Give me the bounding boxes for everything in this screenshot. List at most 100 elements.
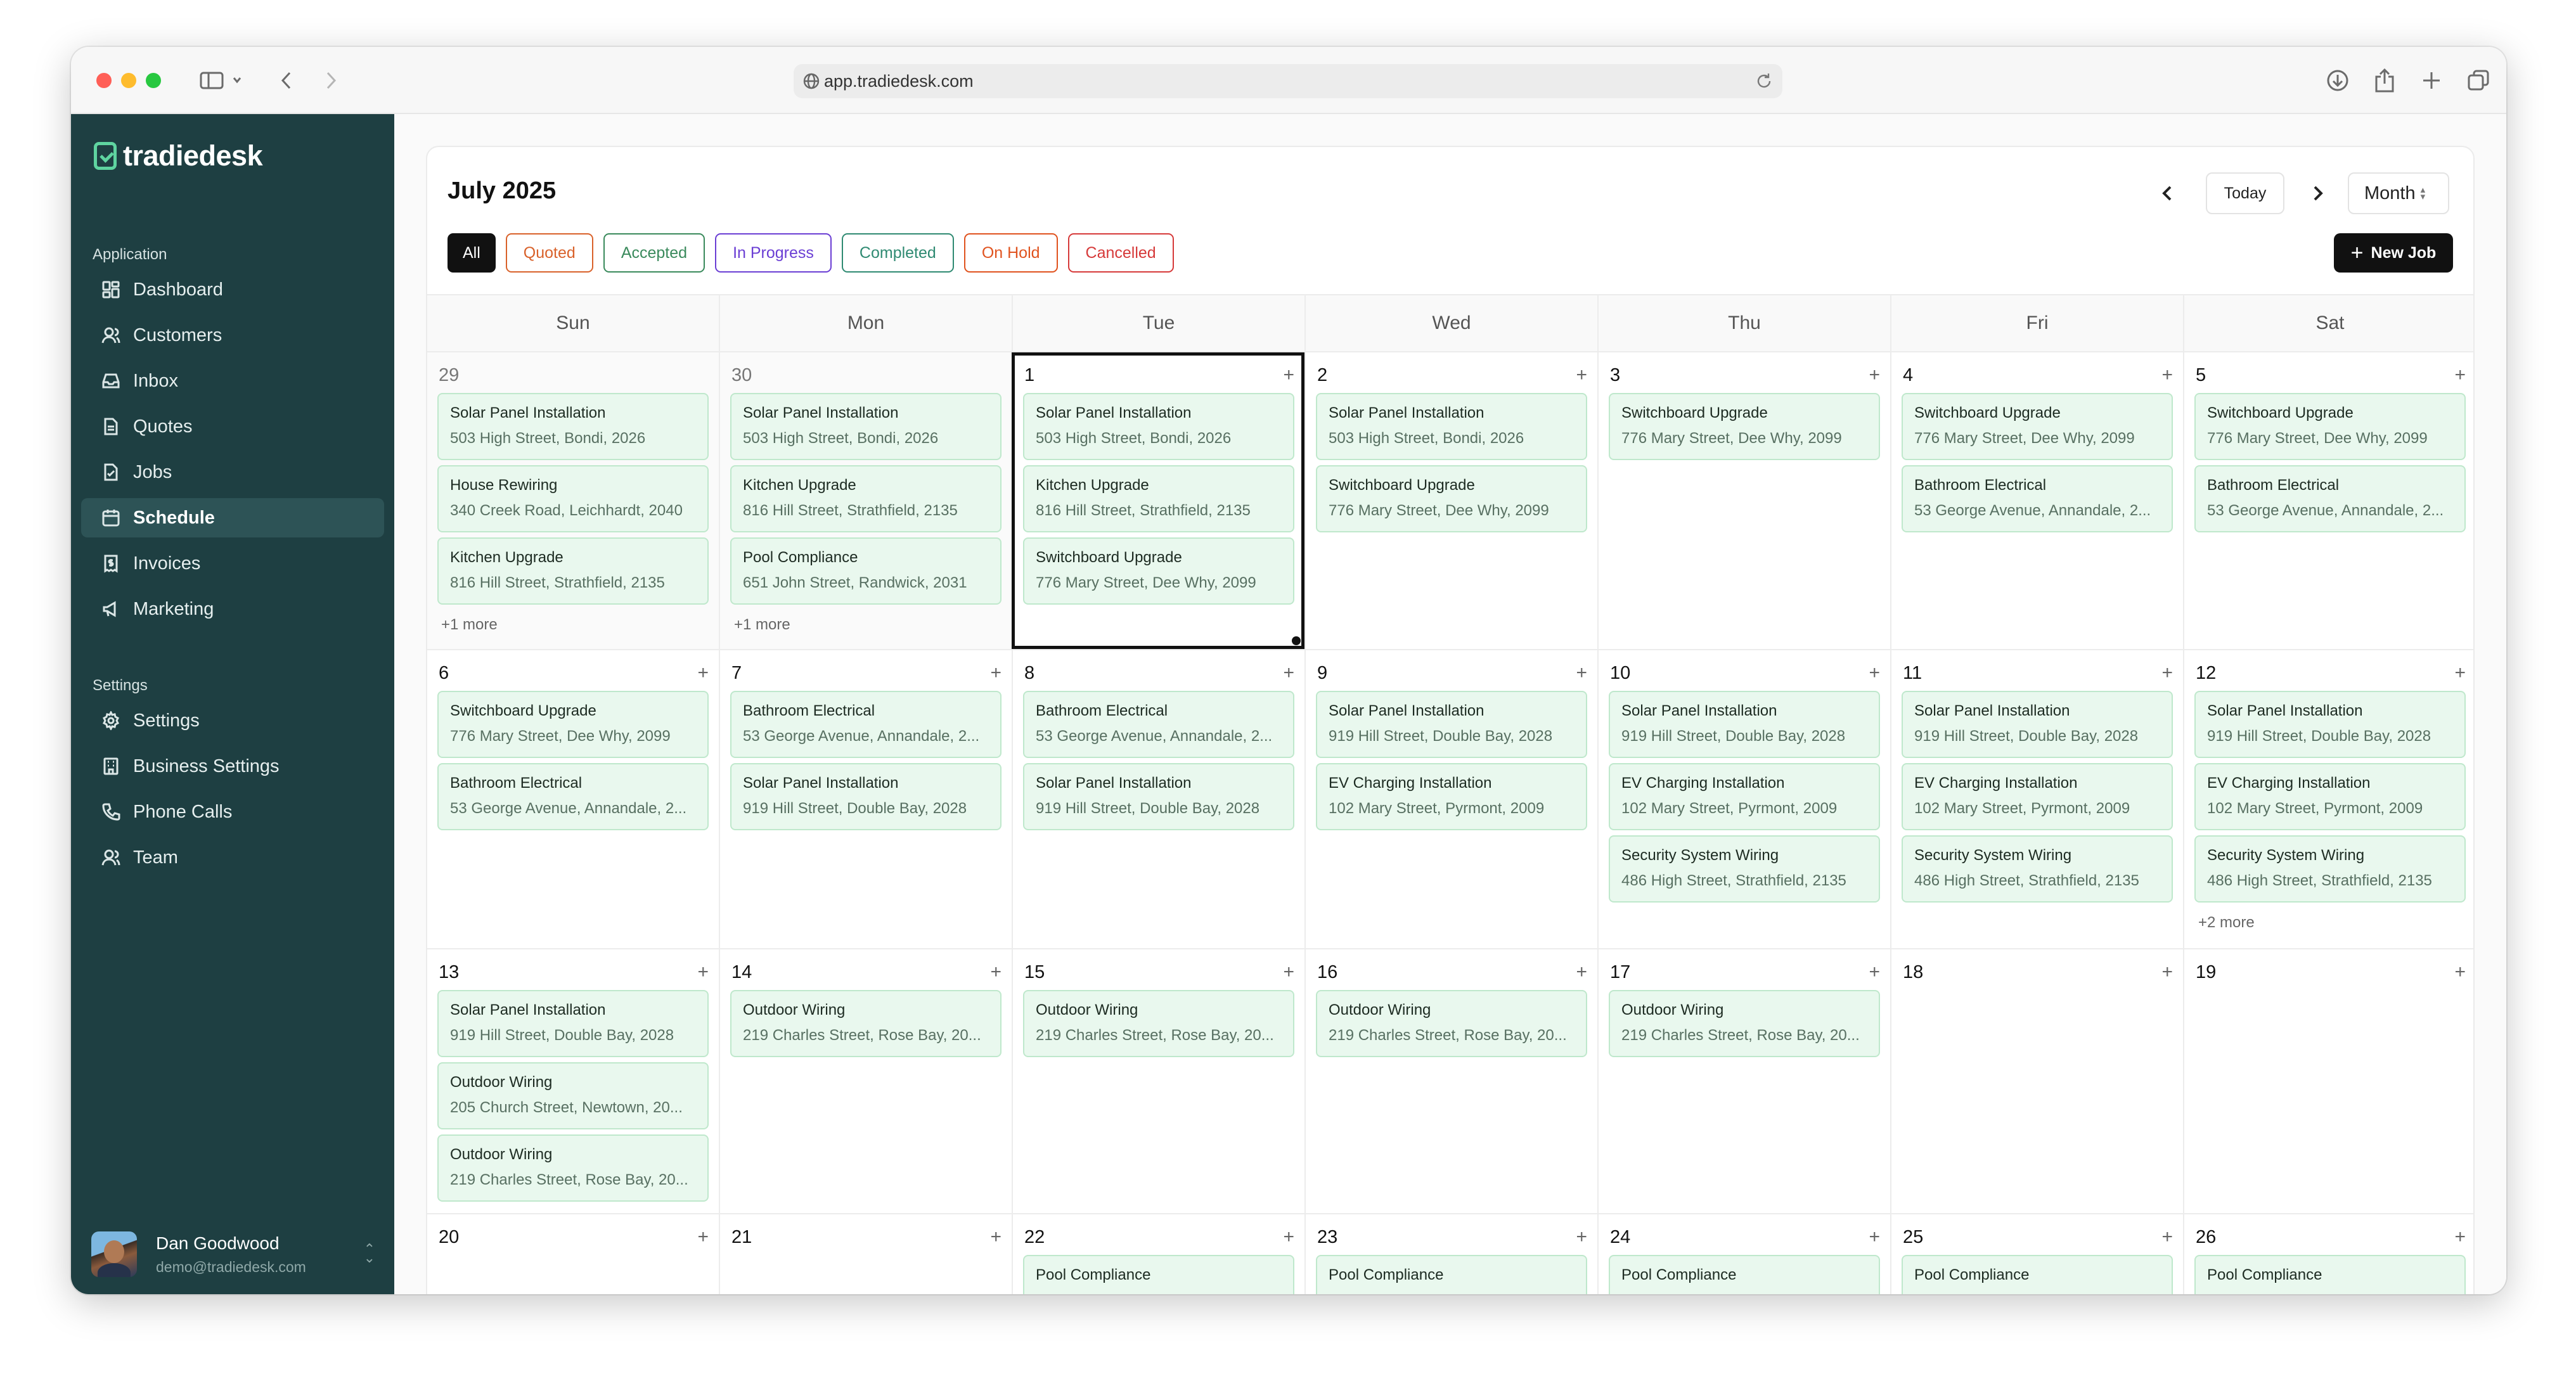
job-event[interactable]: Solar Panel Installation 503 High Street,… xyxy=(1316,393,1587,460)
sidebar-item-customers[interactable]: Customers xyxy=(81,316,384,355)
job-event[interactable]: Kitchen Upgrade 816 Hill Street, Strathfi… xyxy=(1023,465,1294,532)
job-event[interactable]: Switchboard Upgrade 776 Mary Street, Dee … xyxy=(1609,393,1880,460)
job-event[interactable]: Solar Panel Installation 503 High Street,… xyxy=(1023,393,1294,460)
day-cell[interactable]: 30 Solar Panel Installation 503 High Stree… xyxy=(719,352,1012,649)
job-event[interactable]: EV Charging Installation 102 Mary Street,… xyxy=(1316,763,1587,830)
job-event[interactable]: Pool Compliance xyxy=(1609,1255,1880,1294)
day-cell[interactable]: 13 + Solar Panel Installation 919 Hill Stre… xyxy=(427,949,719,1213)
new-job-button[interactable]: + New Job xyxy=(2334,233,2453,273)
job-event[interactable]: Solar Panel Installation 919 Hill Street,… xyxy=(1316,691,1587,758)
job-event[interactable]: Pool Compliance xyxy=(1316,1255,1587,1294)
job-event[interactable]: Outdoor Wiring 219 Charles Street, Rose B… xyxy=(730,990,1001,1057)
sidebar-item-inbox[interactable]: Inbox xyxy=(81,361,384,401)
more-events-link[interactable]: +1 more xyxy=(730,610,1001,634)
day-cell[interactable]: 25 + Pool Compliance xyxy=(1890,1214,2183,1294)
reload-icon[interactable] xyxy=(1755,72,1774,94)
job-event[interactable]: House Rewiring 340 Creek Road, Leichhardt… xyxy=(437,465,709,532)
job-event[interactable]: Bathroom Electrical 53 George Avenue, Ann… xyxy=(1023,691,1294,758)
sidebar-toggle-icon[interactable] xyxy=(196,67,247,94)
job-event[interactable]: Outdoor Wiring 219 Charles Street, Rose B… xyxy=(1609,990,1880,1057)
day-cell[interactable]: 20 + xyxy=(427,1214,719,1294)
day-cell[interactable]: 23 + Pool Compliance xyxy=(1304,1214,1597,1294)
filter-completed[interactable]: Completed xyxy=(841,233,954,273)
job-event[interactable]: Bathroom Electrical 53 George Avenue, Ann… xyxy=(730,691,1001,758)
add-job-icon[interactable]: + xyxy=(1869,1228,1880,1247)
more-events-link[interactable]: +2 more xyxy=(2194,908,2466,932)
day-cell[interactable]: 4 + Switchboard Upgrade 776 Mary Street, De… xyxy=(1890,352,2183,649)
add-job-icon[interactable]: + xyxy=(697,1228,709,1247)
add-job-icon[interactable]: + xyxy=(1283,963,1294,982)
view-select[interactable]: Month ▴ ▾ xyxy=(2348,172,2449,214)
today-button[interactable]: Today xyxy=(2206,172,2284,214)
sidebar-item-quotes[interactable]: Quotes xyxy=(81,407,384,446)
previous-month-button[interactable] xyxy=(2150,172,2184,214)
job-event[interactable]: Security System Wiring 486 High Street, S… xyxy=(2194,835,2466,903)
sidebar-item-team[interactable]: Team xyxy=(81,838,384,877)
add-job-icon[interactable]: + xyxy=(1869,963,1880,982)
add-job-icon[interactable]: + xyxy=(2161,963,2173,982)
job-event[interactable]: Solar Panel Installation 503 High Street,… xyxy=(437,393,709,460)
job-event[interactable]: Kitchen Upgrade 816 Hill Street, Strathfi… xyxy=(437,537,709,605)
next-month-button[interactable] xyxy=(2301,172,2335,214)
day-cell[interactable]: 1 + Solar Panel Installation 503 High Stree… xyxy=(1012,352,1304,649)
job-event[interactable]: Solar Panel Installation 919 Hill Street,… xyxy=(1609,691,1880,758)
day-cell[interactable]: 11 + Solar Panel Installation 919 Hill Stre… xyxy=(1890,650,2183,948)
sidebar-item-settings[interactable]: Settings xyxy=(81,701,384,740)
job-event[interactable]: Solar Panel Installation 919 Hill Street,… xyxy=(730,763,1001,830)
maximize-window-button[interactable] xyxy=(146,73,161,88)
day-cell[interactable]: 8 + Bathroom Electrical 53 George Avenue, A… xyxy=(1012,650,1304,948)
add-job-icon[interactable]: + xyxy=(1283,1228,1294,1247)
job-event[interactable]: Switchboard Upgrade 776 Mary Street, Dee … xyxy=(2194,393,2466,460)
day-cell[interactable]: 18 + xyxy=(1890,949,2183,1213)
add-job-icon[interactable]: + xyxy=(2454,1228,2466,1247)
job-event[interactable]: Outdoor Wiring 219 Charles Street, Rose B… xyxy=(437,1134,709,1202)
job-event[interactable]: Switchboard Upgrade 776 Mary Street, Dee … xyxy=(437,691,709,758)
back-icon[interactable] xyxy=(274,67,299,94)
job-event[interactable]: Switchboard Upgrade 776 Mary Street, Dee … xyxy=(1902,393,2173,460)
sidebar-item-dashboard[interactable]: Dashboard xyxy=(81,270,384,309)
add-job-icon[interactable]: + xyxy=(2454,963,2466,982)
job-event[interactable]: Outdoor Wiring 219 Charles Street, Rose B… xyxy=(1023,990,1294,1057)
add-job-icon[interactable]: + xyxy=(1576,664,1587,683)
filter-accepted[interactable]: Accepted xyxy=(603,233,705,273)
close-window-button[interactable] xyxy=(96,73,112,88)
tradiedesk-logo[interactable]: tradiedesk xyxy=(94,139,263,172)
filter-quoted[interactable]: Quoted xyxy=(505,233,593,273)
job-event[interactable]: Pool Compliance 651 John Street, Randwick… xyxy=(730,537,1001,605)
job-event[interactable]: Solar Panel Installation 919 Hill Street,… xyxy=(437,990,709,1057)
sidebar-item-invoices[interactable]: Invoices xyxy=(81,544,384,583)
downloads-icon[interactable] xyxy=(2324,67,2352,94)
day-cell[interactable]: 24 + Pool Compliance xyxy=(1597,1214,1890,1294)
add-job-icon[interactable]: + xyxy=(697,963,709,982)
share-icon[interactable] xyxy=(2371,67,2399,94)
day-cell[interactable]: 19 + xyxy=(2183,949,2473,1213)
job-event[interactable]: Solar Panel Installation 919 Hill Street,… xyxy=(1023,763,1294,830)
add-job-icon[interactable]: + xyxy=(1576,366,1587,385)
add-job-icon[interactable]: + xyxy=(1869,664,1880,683)
filter-all[interactable]: All xyxy=(448,233,496,273)
job-event[interactable]: EV Charging Installation 102 Mary Street,… xyxy=(1609,763,1880,830)
job-event[interactable]: Kitchen Upgrade 816 Hill Street, Strathfi… xyxy=(730,465,1001,532)
day-cell[interactable]: 3 + Switchboard Upgrade 776 Mary Street, De… xyxy=(1597,352,1890,649)
filter-on-hold[interactable]: On Hold xyxy=(963,233,1058,273)
add-job-icon[interactable]: + xyxy=(1283,664,1294,683)
job-event[interactable]: Outdoor Wiring 205 Church Street, Newtown… xyxy=(437,1062,709,1129)
add-job-icon[interactable]: + xyxy=(1869,366,1880,385)
job-event[interactable]: Outdoor Wiring 219 Charles Street, Rose B… xyxy=(1316,990,1587,1057)
day-cell[interactable]: 10 + Solar Panel Installation 919 Hill Stre… xyxy=(1597,650,1890,948)
job-event[interactable]: Pool Compliance xyxy=(1023,1255,1294,1294)
job-event[interactable]: EV Charging Installation 102 Mary Street,… xyxy=(1902,763,2173,830)
add-job-icon[interactable]: + xyxy=(1576,963,1587,982)
job-event[interactable]: Switchboard Upgrade 776 Mary Street, Dee … xyxy=(1316,465,1587,532)
more-events-link[interactable]: +1 more xyxy=(437,610,709,634)
sidebar-item-business-settings[interactable]: Business Settings xyxy=(81,747,384,786)
job-event[interactable]: Switchboard Upgrade 776 Mary Street, Dee … xyxy=(1023,537,1294,605)
day-cell[interactable]: 15 + Outdoor Wiring 219 Charles Street, Ros… xyxy=(1012,949,1304,1213)
add-job-icon[interactable]: + xyxy=(2161,366,2173,385)
day-cell[interactable]: 7 + Bathroom Electrical 53 George Avenue, A… xyxy=(719,650,1012,948)
day-cell[interactable]: 9 + Solar Panel Installation 919 Hill Stree… xyxy=(1304,650,1597,948)
add-job-icon[interactable]: + xyxy=(2161,1228,2173,1247)
sidebar-item-schedule[interactable]: Schedule xyxy=(81,498,384,537)
add-job-icon[interactable]: + xyxy=(1283,366,1294,385)
add-job-icon[interactable]: + xyxy=(990,963,1001,982)
